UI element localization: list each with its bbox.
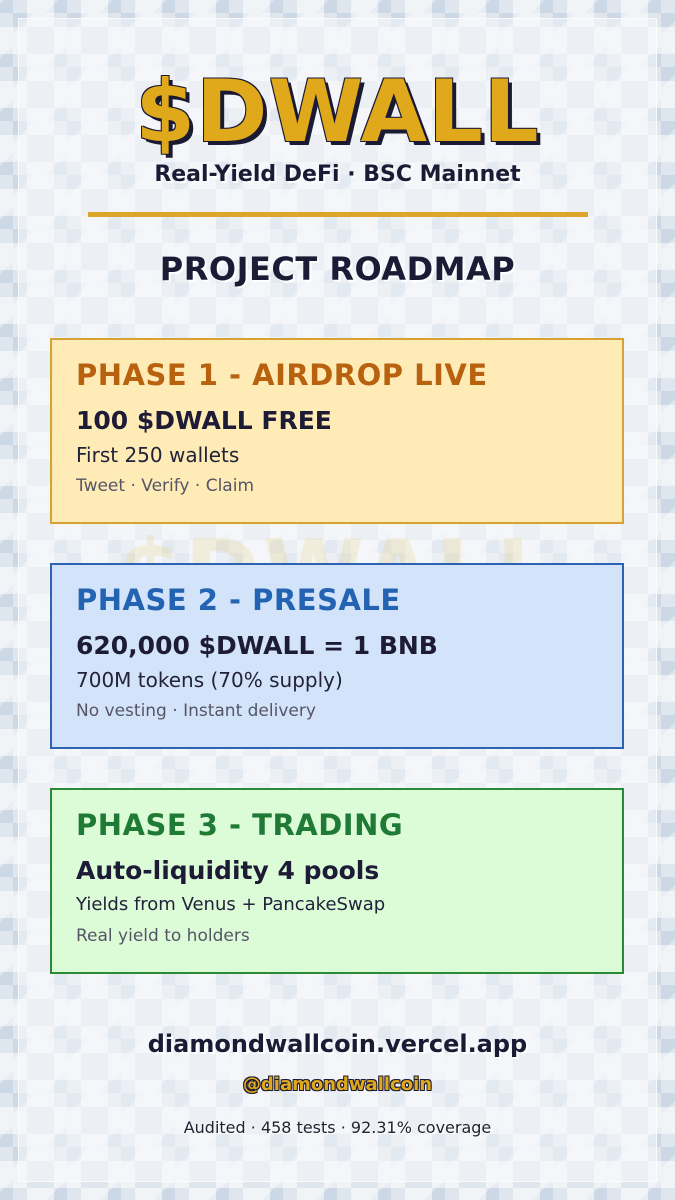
phase-3-headline: Auto-liquidity 4 pools <box>76 856 380 885</box>
gold-divider <box>88 212 588 217</box>
phase-3-card: PHASE 3 - TRADING Auto-liquidity 4 pools… <box>50 788 624 974</box>
roadmap-heading: PROJECT ROADMAP <box>159 250 516 288</box>
phase-1-steps: Tweet · Verify · Claim <box>76 476 255 496</box>
phase-2-headline: 620,000 $DWALL = 1 BNB <box>76 631 438 660</box>
phase-1-title: PHASE 1 - AIRDROP LIVE <box>76 358 488 392</box>
phase-1-card: PHASE 1 - AIRDROP LIVE 100 $DWALL FREE F… <box>50 338 624 524</box>
phase-1-detail: First 250 wallets <box>76 443 240 467</box>
phase-2-title: PHASE 2 - PRESALE <box>76 583 401 617</box>
phase-3-title: PHASE 3 - TRADING <box>76 808 404 842</box>
brand-logo-text: $DWALL <box>135 62 540 162</box>
phase-3-benefit: Real yield to holders <box>76 926 250 946</box>
phase-2-card: PHASE 2 - PRESALE 620,000 $DWALL = 1 BNB… <box>50 563 624 749</box>
website-link[interactable]: diamondwallcoin.vercel.app <box>0 1030 675 1058</box>
phase-1-headline: 100 $DWALL FREE <box>76 406 332 435</box>
audit-note: Audited · 458 tests · 92.31% coverage <box>183 1118 492 1137</box>
phase-2-detail: 700M tokens (70% supply) <box>76 668 343 692</box>
phase-2-terms: No vesting · Instant delivery <box>76 701 316 721</box>
brand-tagline: Real-Yield DeFi · BSC Mainnet <box>154 162 521 187</box>
phase-3-detail: Yields from Venus + PancakeSwap <box>76 894 386 915</box>
social-handle[interactable]: @diamondwallcoin <box>0 1074 675 1095</box>
